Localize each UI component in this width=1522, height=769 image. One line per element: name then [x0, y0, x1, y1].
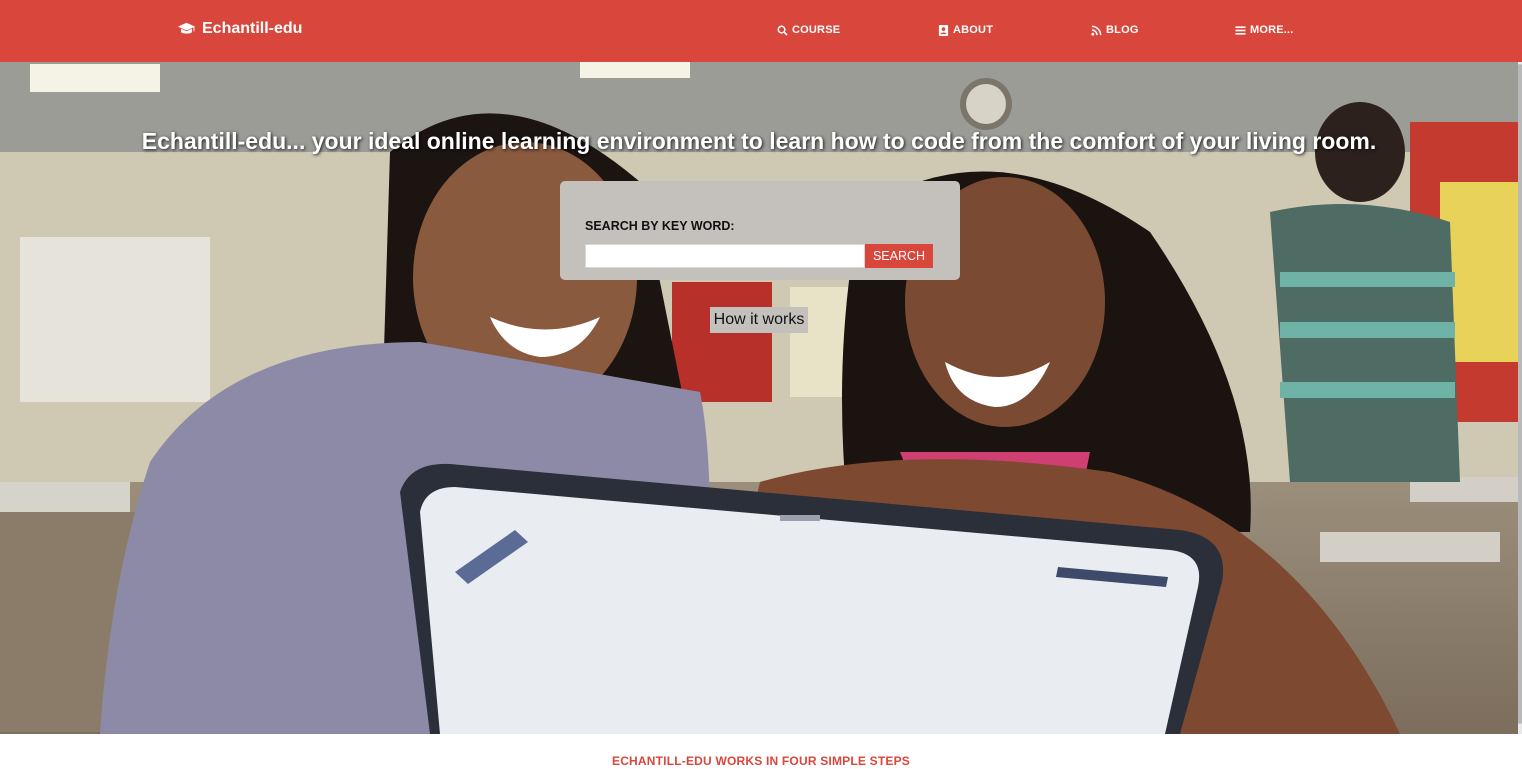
brand-name: Echantill-edu [202, 20, 303, 37]
steps-section-title: ECHANTILL-EDU WORKS IN FOUR SIMPLE STEPS [611, 754, 910, 768]
search-icon [777, 25, 788, 36]
search-label: SEARCH BY KEY WORD: [585, 219, 735, 233]
nav-item-label: COURSE [792, 24, 841, 36]
hamburger-menu-icon [1235, 25, 1246, 35]
hero-photo [0, 62, 1518, 734]
nav-item-label: ABOUT [953, 24, 994, 36]
nav-item-label: MORE... [1250, 24, 1294, 36]
graduation-cap-icon [177, 22, 196, 34]
hero-banner [0, 62, 1518, 734]
brand-link[interactable]: Echantill-edu [177, 20, 302, 38]
contact-card-icon [938, 24, 949, 36]
search-input[interactable] [585, 244, 865, 268]
search-panel: SEARCH BY KEY WORD: SEARCH [560, 181, 960, 280]
nav-item-about[interactable]: ABOUT [938, 24, 993, 36]
nav-item-label: BLOG [1106, 24, 1139, 36]
nav-item-more[interactable]: MORE... [1235, 24, 1294, 36]
nav-item-blog[interactable]: BLOG [1091, 24, 1139, 36]
rss-icon [1091, 25, 1102, 36]
hero-headline: Echantill-edu... your ideal online learn… [141, 128, 1377, 154]
nav-item-course[interactable]: COURSE [777, 24, 840, 36]
top-navbar: Echantill-edu COURSE ABOUT BLOG MORE... [0, 0, 1522, 62]
page: Echantill-edu COURSE ABOUT BLOG MORE... … [0, 0, 1522, 769]
scrollbar-thumb[interactable] [1518, 64, 1522, 724]
how-it-works-button[interactable]: How it works [710, 307, 808, 333]
search-button[interactable]: SEARCH [865, 244, 933, 268]
